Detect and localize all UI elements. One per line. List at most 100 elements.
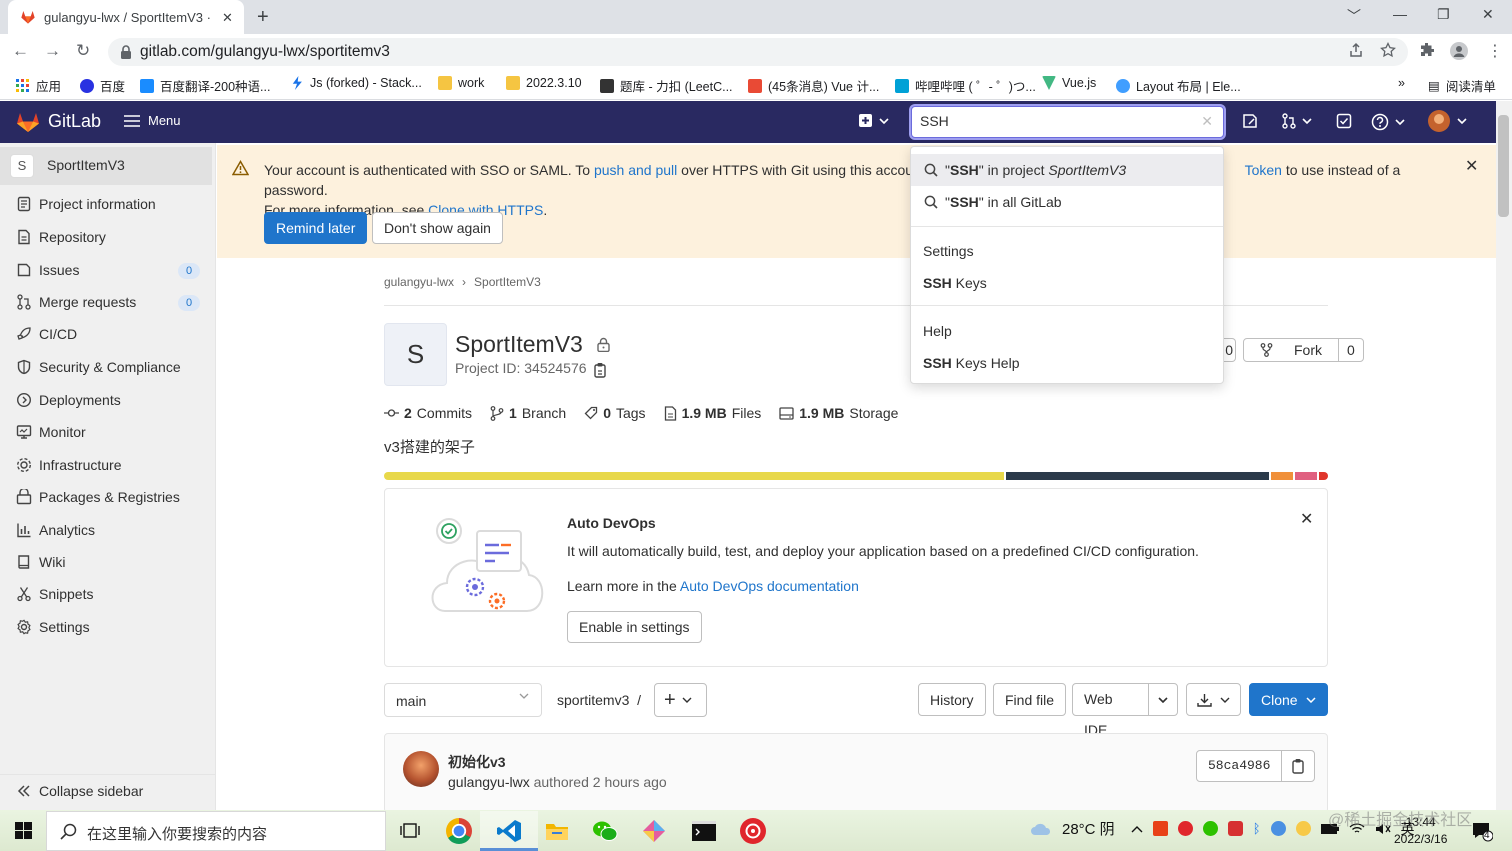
- clone-dropdown[interactable]: Clone: [1249, 683, 1328, 716]
- alert-close-icon[interactable]: ✕: [1465, 156, 1478, 176]
- chrome-taskbar-icon[interactable]: [446, 818, 472, 844]
- security-tray-icon[interactable]: [1227, 821, 1243, 836]
- sidebar-project-header[interactable]: S SportItemV3: [0, 147, 212, 185]
- app-diamond-taskbar-icon[interactable]: [641, 818, 667, 844]
- token-link[interactable]: Token: [1245, 162, 1282, 178]
- sidebar-item-project-information[interactable]: Project information: [0, 188, 212, 220]
- files-stat[interactable]: 1.9 MB Files: [664, 405, 761, 421]
- bookmark-element-layout[interactable]: Layout 布局 | Ele...: [1116, 76, 1241, 95]
- reading-list-button[interactable]: ▤ 阅读清单: [1428, 76, 1496, 95]
- bookmark-csdn[interactable]: (45条消息) Vue 计...: [748, 76, 879, 95]
- gitlab-tanuki-icon[interactable]: [16, 110, 40, 133]
- auto-devops-close-icon[interactable]: ✕: [1300, 509, 1313, 529]
- sidebar-item-infrastructure[interactable]: Infrastructure: [0, 449, 212, 481]
- language-segment[interactable]: [1271, 472, 1293, 480]
- repo-root-link[interactable]: sportitemv3: [557, 692, 629, 708]
- bookmarks-overflow-icon[interactable]: »: [1398, 76, 1405, 90]
- cloud-weather-icon[interactable]: [1030, 822, 1052, 836]
- sidebar-item-repository[interactable]: Repository: [0, 221, 212, 253]
- fork-button-group[interactable]: Fork 0: [1243, 338, 1364, 362]
- bookmark-baidu-translate[interactable]: 百度翻译-200种语...: [140, 76, 270, 95]
- repository-languages-bar[interactable]: [384, 472, 1328, 480]
- merge-requests-header-icon[interactable]: [1281, 113, 1313, 129]
- netease-music-taskbar-icon[interactable]: [740, 818, 766, 844]
- chevron-up-icon[interactable]: [1131, 825, 1143, 833]
- download-dropdown[interactable]: [1186, 683, 1241, 716]
- remind-later-button[interactable]: Remind later: [264, 212, 368, 244]
- branch-selector[interactable]: main: [384, 683, 542, 717]
- extensions-icon[interactable]: [1419, 42, 1435, 58]
- reload-icon[interactable]: ↻: [76, 41, 90, 61]
- tray-app-icon[interactable]: [1152, 821, 1168, 836]
- gitlab-logo-text[interactable]: GitLab: [48, 111, 101, 132]
- commit-author-avatar[interactable]: [403, 751, 439, 787]
- search-all-gitlab-option[interactable]: "SSH" in all GitLab: [911, 186, 1223, 218]
- new-tab-button[interactable]: +: [257, 6, 269, 29]
- ssh-keys-result[interactable]: SSH Keys: [911, 267, 1223, 299]
- page-scrollbar[interactable]: [1496, 101, 1512, 810]
- tray-app-icon[interactable]: [1295, 821, 1311, 836]
- find-file-button[interactable]: Find file: [993, 683, 1067, 716]
- search-in-project-option[interactable]: "SSH" in project SportItemV3: [911, 154, 1223, 186]
- bookmark-baidu[interactable]: 百度: [80, 76, 125, 95]
- sidebar-item-monitor[interactable]: Monitor: [0, 416, 212, 448]
- copy-sha-icon[interactable]: [1281, 751, 1314, 781]
- bookmark-star-icon[interactable]: [1380, 42, 1396, 58]
- bookmark-folder-date[interactable]: 2022.3.10: [506, 76, 582, 90]
- dont-show-again-button[interactable]: Don't show again: [372, 212, 503, 244]
- clear-search-icon[interactable]: ✕: [1201, 113, 1213, 130]
- sidebar-item-issues[interactable]: Issues 0: [0, 254, 212, 286]
- tab-search-icon[interactable]: ﹀: [1347, 6, 1361, 26]
- fork-button[interactable]: Fork: [1244, 339, 1338, 361]
- bookmark-jsfiddle[interactable]: Js (forked) - Stack...: [290, 76, 422, 90]
- sidebar-item-snippets[interactable]: Snippets: [0, 578, 212, 610]
- share-icon[interactable]: [1348, 42, 1364, 58]
- browser-tab[interactable]: gulangyu-lwx / SportItemV3 · ✕: [8, 0, 244, 34]
- bookmark-apps[interactable]: 应用: [16, 76, 61, 95]
- menu-button[interactable]: Menu: [124, 113, 181, 128]
- window-close-button[interactable]: ✕: [1482, 6, 1494, 23]
- forward-icon[interactable]: →: [44, 41, 61, 61]
- push-pull-link[interactable]: push and pull: [594, 162, 677, 178]
- web-ide-chevron-icon[interactable]: [1149, 684, 1177, 715]
- sidebar-item-settings[interactable]: Settings: [0, 611, 212, 643]
- address-bar[interactable]: gitlab.com/gulangyu-lwx/sportitemv3: [108, 38, 1408, 66]
- bookmark-vuejs[interactable]: Vue.js: [1042, 76, 1096, 90]
- wechat-taskbar-icon[interactable]: [592, 818, 618, 844]
- back-icon[interactable]: ←: [12, 41, 29, 61]
- browser-menu-icon[interactable]: ⋮: [1487, 41, 1503, 61]
- bluetooth-icon[interactable]: ᛒ: [1253, 821, 1261, 836]
- language-segment[interactable]: [1294, 472, 1317, 480]
- add-to-tree-dropdown[interactable]: +: [654, 683, 707, 717]
- bookmark-leetcode[interactable]: 题库 - 力扣 (LeetC...: [600, 76, 733, 95]
- sidebar-item-wiki[interactable]: Wiki: [0, 546, 212, 578]
- scrollbar-thumb[interactable]: [1498, 115, 1509, 217]
- taskbar-search-box[interactable]: 在这里输入你要搜索的内容: [46, 811, 386, 851]
- maximize-button[interactable]: ❐: [1437, 6, 1450, 23]
- task-view-icon[interactable]: [400, 822, 420, 839]
- bookmark-folder-work[interactable]: work: [438, 76, 484, 90]
- language-segment[interactable]: [384, 472, 1005, 480]
- search-box[interactable]: ✕: [911, 106, 1224, 138]
- sidebar-item-deployments[interactable]: Deployments: [0, 384, 212, 416]
- web-ide-button[interactable]: Web IDE: [1073, 684, 1149, 738]
- search-input[interactable]: [920, 113, 1190, 129]
- todo-icon[interactable]: [1336, 113, 1352, 129]
- new-item-dropdown[interactable]: [858, 113, 890, 129]
- tray-app-icon[interactable]: [1177, 821, 1193, 836]
- terminal-taskbar-icon[interactable]: [691, 818, 717, 844]
- sidebar-item-security-compliance[interactable]: Security & Compliance: [0, 351, 212, 383]
- language-segment[interactable]: [1006, 472, 1270, 480]
- breadcrumb-group[interactable]: gulangyu-lwx: [384, 275, 454, 289]
- weather-text[interactable]: 28°C 阴: [1062, 818, 1115, 839]
- commit-sha-button[interactable]: 58ca4986: [1197, 751, 1281, 781]
- web-ide-button-group[interactable]: Web IDE: [1072, 683, 1178, 738]
- auto-devops-docs-link[interactable]: Auto DevOps documentation: [680, 578, 859, 594]
- breadcrumb-project[interactable]: SportItemV3: [474, 275, 541, 289]
- issues-header-icon[interactable]: [1242, 113, 1258, 129]
- tray-app-icon[interactable]: [1270, 821, 1286, 836]
- commit-author-link[interactable]: gulangyu-lwx: [448, 774, 530, 790]
- wechat-tray-icon[interactable]: [1202, 821, 1218, 836]
- sidebar-item-analytics[interactable]: Analytics: [0, 514, 212, 546]
- profile-icon[interactable]: [1450, 42, 1468, 60]
